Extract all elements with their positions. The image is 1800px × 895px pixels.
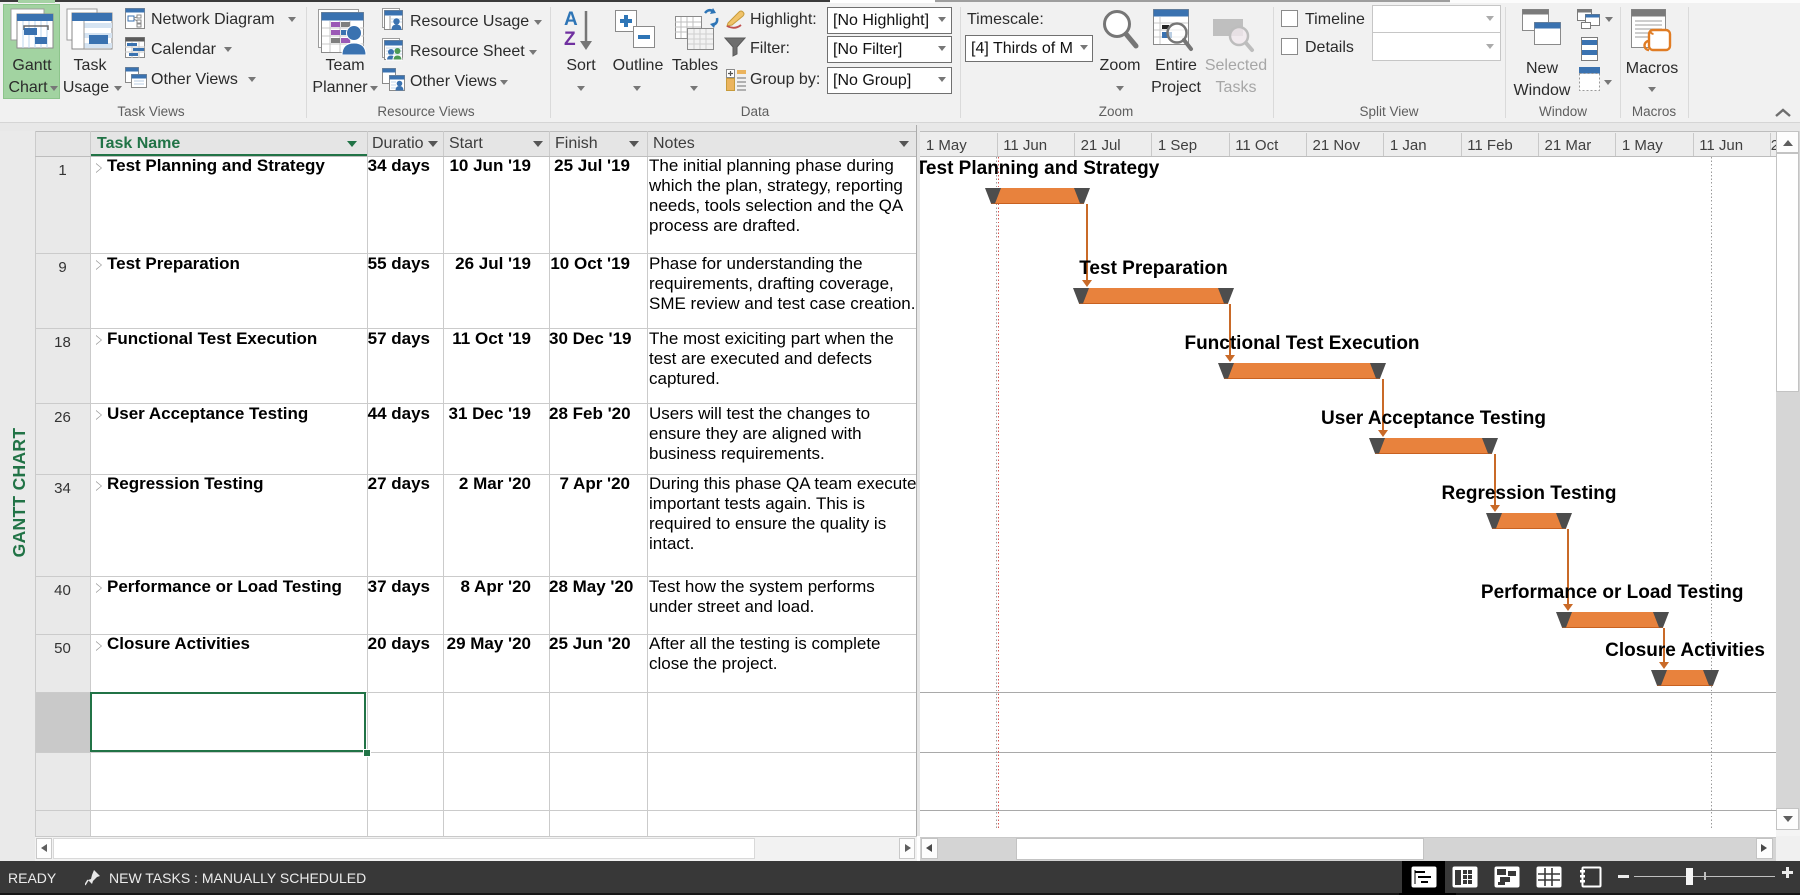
svg-text:A: A <box>564 9 578 30</box>
svg-text:Z: Z <box>564 29 576 50</box>
